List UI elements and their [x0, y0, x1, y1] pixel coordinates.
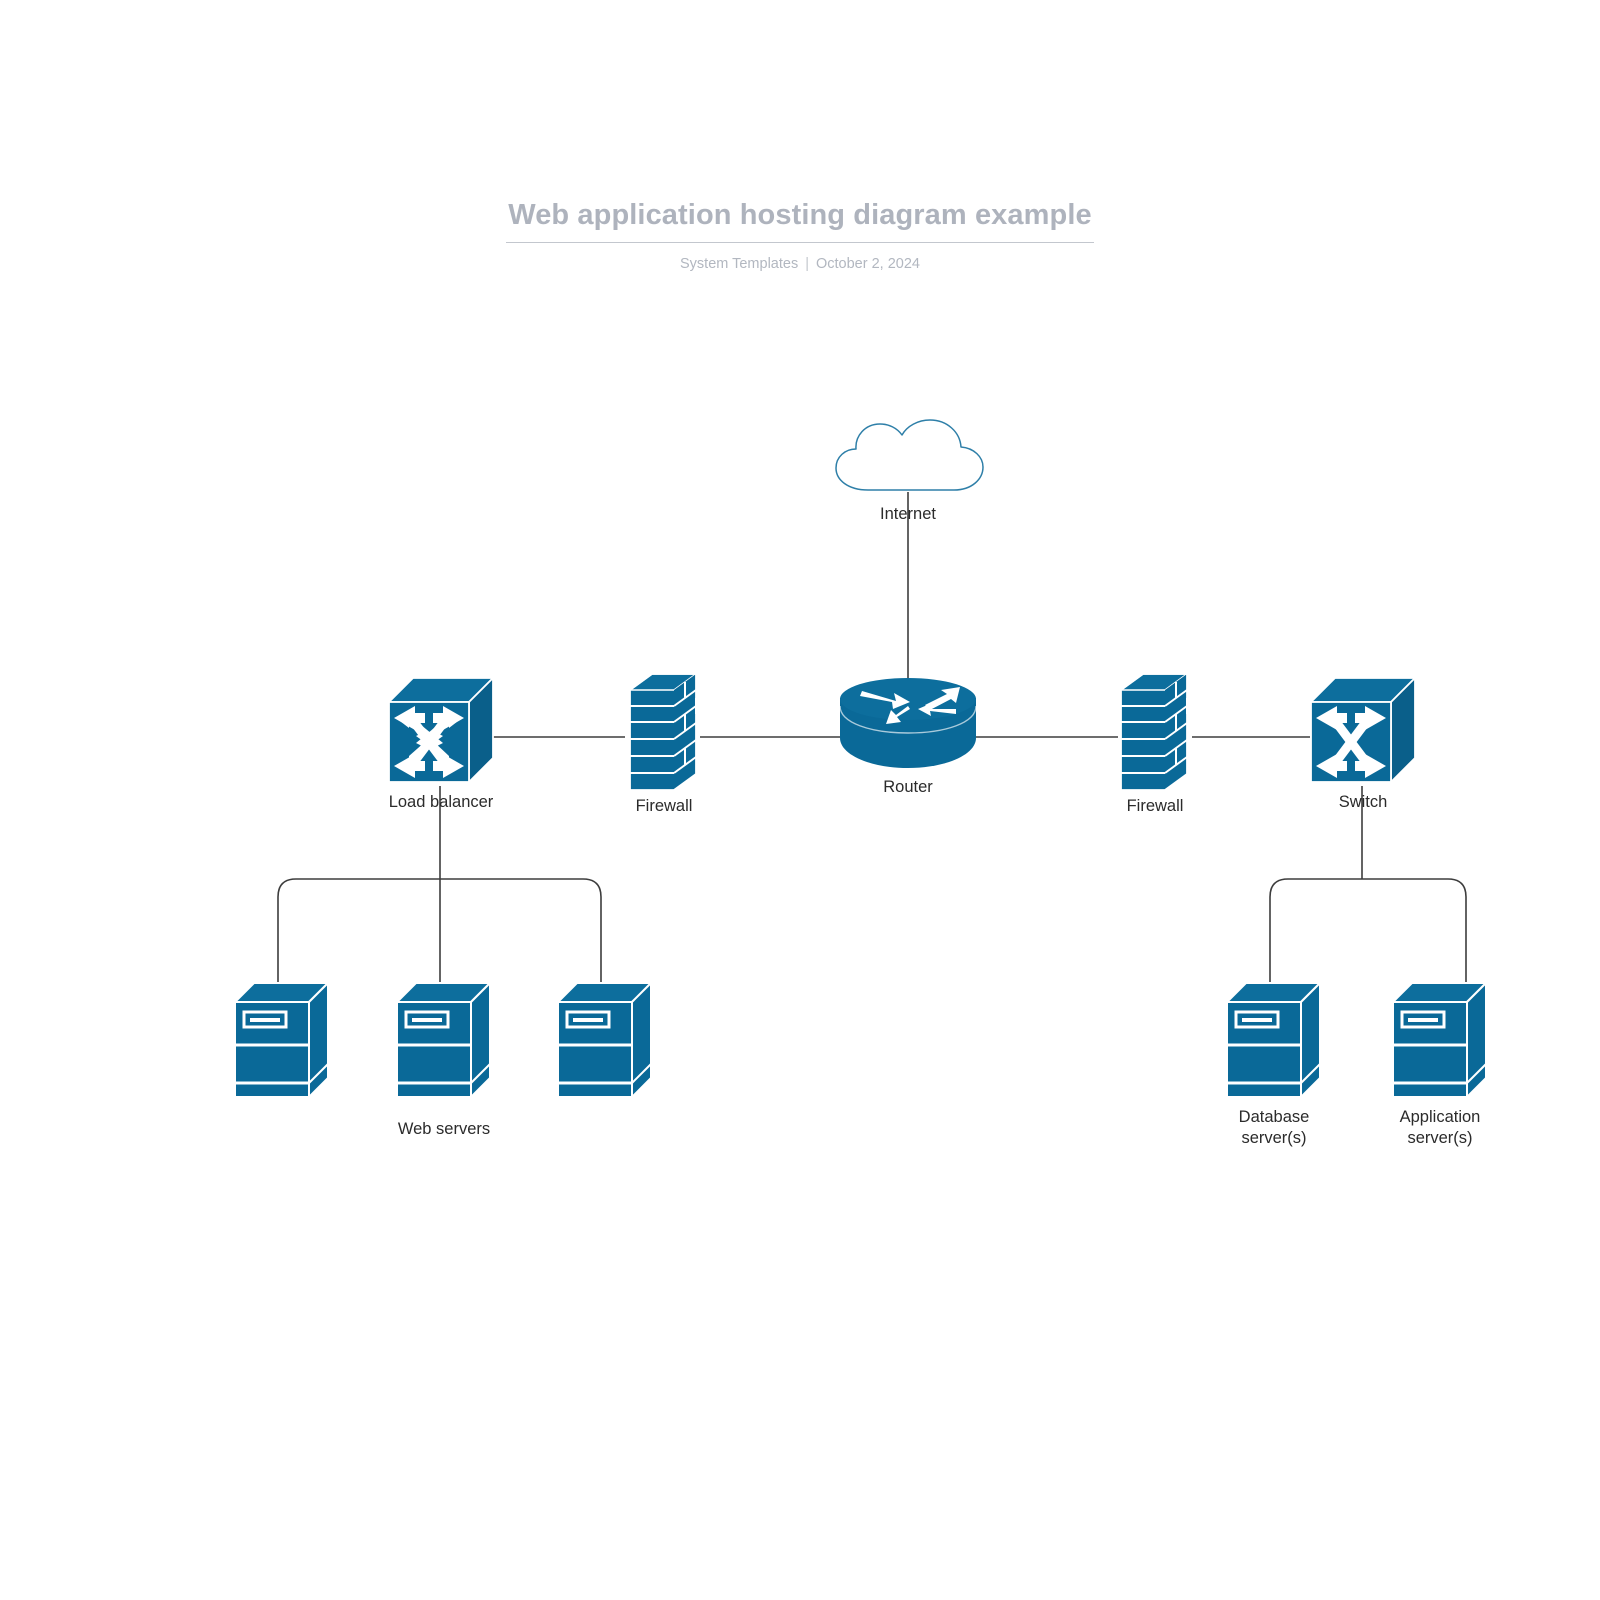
node-label-database-server: Database server(s) [1194, 1107, 1354, 1149]
server-icon [396, 982, 491, 1098]
link-switch-application [1362, 878, 1467, 982]
cloud-icon [835, 419, 984, 491]
node-load-balancer[interactable]: Load balancer [385, 674, 497, 811]
link-loadbalancer-web1 [277, 878, 440, 982]
node-web-server-3[interactable] [555, 978, 655, 1103]
link-switch-database [1269, 878, 1362, 982]
database-server-label-line1: Database [1238, 1108, 1310, 1126]
node-web-server-2[interactable]: Web servers [394, 978, 494, 1138]
firewall-icon [629, 673, 697, 791]
database-server-label-line2: server(s) [1241, 1129, 1307, 1147]
node-switch[interactable]: Switch [1307, 674, 1419, 811]
server-icon [1392, 982, 1487, 1098]
node-router[interactable]: Router [838, 676, 978, 796]
switch-icon [1310, 677, 1416, 783]
node-label-switch: Switch [1338, 793, 1388, 811]
application-server-label-line2: server(s) [1407, 1129, 1473, 1147]
node-label-internet: Internet [880, 505, 936, 523]
firewall-icon [1120, 673, 1188, 791]
node-label-router: Router [883, 778, 933, 796]
node-label-web-servers: Web servers [397, 1120, 491, 1138]
node-firewall-right[interactable]: Firewall [1119, 672, 1191, 815]
node-label-load-balancer: Load balancer [388, 793, 494, 811]
node-internet[interactable]: Internet [826, 416, 990, 523]
node-application-server[interactable]: Application server(s) [1390, 978, 1490, 1147]
node-web-server-1[interactable] [232, 978, 332, 1103]
node-firewall-left[interactable]: Firewall [628, 672, 700, 815]
application-server-label-line1: Application [1399, 1108, 1481, 1126]
router-icon [839, 678, 977, 768]
node-database-server[interactable]: Database server(s) [1224, 978, 1324, 1147]
server-icon [234, 982, 329, 1098]
node-label-firewall-right: Firewall [1126, 797, 1184, 815]
server-icon [1226, 982, 1321, 1098]
node-label-firewall-left: Firewall [635, 797, 693, 815]
switch-icon [388, 677, 494, 783]
server-icon [557, 982, 652, 1098]
node-label-application-server: Application server(s) [1360, 1107, 1520, 1149]
diagram-canvas: Internet Router Firewall Firewall Load b… [0, 0, 1600, 1600]
link-loadbalancer-web3 [440, 878, 602, 982]
